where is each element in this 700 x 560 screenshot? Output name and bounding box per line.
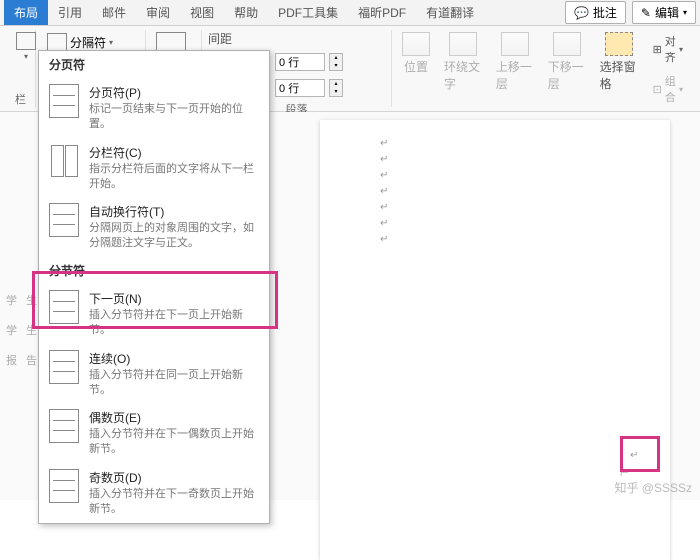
position-icon (402, 32, 430, 56)
chevron-down-icon: ▾ (683, 8, 687, 17)
paragraph-mark: ↵ (380, 218, 388, 229)
bring-forward-button: 上移一层 (492, 30, 538, 94)
breaks-label: 分隔符 (70, 34, 106, 51)
item-desc: 分隔网页上的对象周围的文字，如分隔题注文字与正文。 (89, 221, 259, 251)
spacing-after-spinner[interactable]: ▴▾ (329, 79, 343, 97)
paragraph-mark: ↵ (380, 154, 388, 165)
watermark: 知乎 @SSSSz (614, 479, 692, 496)
align-icon: ⊞ (653, 43, 662, 56)
tab-foxit[interactable]: 福昕PDF (348, 0, 416, 25)
paragraph-mark: ↵ (380, 234, 388, 245)
page-break-item[interactable]: 分页符(P)标记一页结束与下一页开始的位置。 (39, 78, 269, 138)
tab-help[interactable]: 帮助 (224, 0, 268, 25)
item-title: 连续(O) (89, 350, 259, 367)
comment-icon: 💬 (574, 6, 589, 20)
send-back-label: 下移一层 (548, 58, 586, 92)
tab-references[interactable]: 引用 (48, 0, 92, 25)
pencil-icon: ✎ (641, 6, 651, 20)
chevron-down-icon: ▾ (24, 52, 28, 61)
column-break-item[interactable]: 分栏符(C)指示分栏符后面的文字将从下一栏开始。 (39, 138, 269, 198)
bring-forward-icon (501, 32, 529, 56)
odd-page-break-item[interactable]: 奇数页(D)插入分节符并在下一奇数页上开始新节。 (39, 463, 269, 523)
tab-review[interactable]: 审阅 (136, 0, 180, 25)
send-backward-icon (553, 32, 581, 56)
columns-icon (16, 32, 36, 50)
bring-fwd-label: 上移一层 (496, 58, 534, 92)
text-wrap-icon (49, 203, 79, 237)
chevron-down-icon: ▾ (679, 45, 683, 54)
dropdown-section-sectionbreak: 分节符 (39, 257, 269, 284)
tab-bar: 布局 引用 邮件 审阅 视图 帮助 PDF工具集 福昕PDF 有道翻译 💬 批注… (0, 0, 700, 26)
item-desc: 指示分栏符后面的文字将从下一栏开始。 (89, 162, 259, 192)
item-desc: 插入分节符并在同一页上开始新节。 (89, 368, 259, 398)
position-button: 位置 (398, 30, 434, 77)
group-button: ⊡组合▾ (648, 70, 688, 108)
edit-button[interactable]: ✎ 编辑 ▾ (632, 1, 696, 24)
tab-pdf-tools[interactable]: PDF工具集 (268, 0, 348, 25)
odd-page-icon (49, 469, 79, 503)
cursor-mark: ⊢ (620, 468, 629, 479)
wrap-label: 环绕文字 (444, 58, 482, 92)
item-title: 奇数页(D) (89, 469, 259, 486)
continuous-icon (49, 350, 79, 384)
item-title: 自动换行符(T) (89, 203, 259, 220)
paragraph-mark: ↵ (380, 202, 388, 213)
tab-youdao[interactable]: 有道翻译 (416, 0, 484, 25)
spacing-header: 间距 (208, 30, 232, 47)
paragraph-mark: ↵ (380, 186, 388, 197)
item-desc: 标记一页结束与下一页开始的位置。 (89, 102, 259, 132)
dropdown-section-pagebreak: 分页符 (39, 51, 269, 78)
next-page-break-item[interactable]: 下一页(N)插入分节符并在下一页上开始新节。 (39, 284, 269, 344)
position-label: 位置 (404, 58, 428, 75)
edit-label: 编辑 (655, 4, 679, 21)
align-button[interactable]: ⊞对齐▾ (648, 30, 688, 68)
even-page-icon (49, 409, 79, 443)
wrap-icon (449, 32, 477, 56)
tab-layout[interactable]: 布局 (4, 0, 48, 25)
item-title: 偶数页(E) (89, 409, 259, 426)
group-icon: ⊡ (653, 83, 662, 96)
page-break-icon (49, 84, 79, 118)
next-page-icon (49, 290, 79, 324)
item-title: 下一页(N) (89, 290, 259, 307)
selection-pane-icon (605, 32, 633, 56)
chevron-down-icon: ▾ (109, 38, 113, 47)
tab-mail[interactable]: 邮件 (92, 0, 136, 25)
send-backward-button: 下移一层 (544, 30, 590, 94)
spacing-after-input[interactable] (275, 79, 325, 97)
chevron-down-icon: ▾ (679, 85, 683, 94)
selection-pane-button[interactable]: 选择窗格 (596, 30, 642, 94)
tab-view[interactable]: 视图 (180, 0, 224, 25)
comments-label: 批注 (593, 4, 617, 21)
spacing-before-input[interactable] (275, 53, 325, 71)
align-label: 对齐 (665, 33, 676, 65)
paragraph-mark: ↵ (380, 138, 388, 149)
columns-group-label: 栏 (12, 89, 29, 107)
text-wrap-break-item[interactable]: 自动换行符(T)分隔网页上的对象周围的文字，如分隔题注文字与正文。 (39, 197, 269, 257)
paragraph-mark: ↵ (630, 450, 638, 461)
item-desc: 插入分节符并在下一偶数页上开始新节。 (89, 427, 259, 457)
group-label: 组合 (665, 73, 676, 105)
selection-pane-label: 选择窗格 (600, 58, 638, 92)
column-break-icon (49, 144, 79, 178)
breaks-dropdown: 分页符 分页符(P)标记一页结束与下一页开始的位置。 分栏符(C)指示分栏符后面… (38, 50, 270, 524)
continuous-break-item[interactable]: 连续(O)插入分节符并在同一页上开始新节。 (39, 344, 269, 404)
breaks-icon (47, 33, 67, 51)
bg-text-2: 学 生 (6, 322, 40, 338)
item-title: 分栏符(C) (89, 144, 259, 161)
spacing-before-spinner[interactable]: ▴▾ (329, 53, 343, 71)
paragraph-mark: ↵ (380, 170, 388, 181)
wrap-button: 环绕文字 (440, 30, 486, 94)
item-desc: 插入分节符并在下一页上开始新节。 (89, 308, 259, 338)
comments-button[interactable]: 💬 批注 (565, 1, 626, 24)
item-title: 分页符(P) (89, 84, 259, 101)
item-desc: 插入分节符并在下一奇数页上开始新节。 (89, 487, 259, 517)
even-page-break-item[interactable]: 偶数页(E)插入分节符并在下一偶数页上开始新节。 (39, 403, 269, 463)
